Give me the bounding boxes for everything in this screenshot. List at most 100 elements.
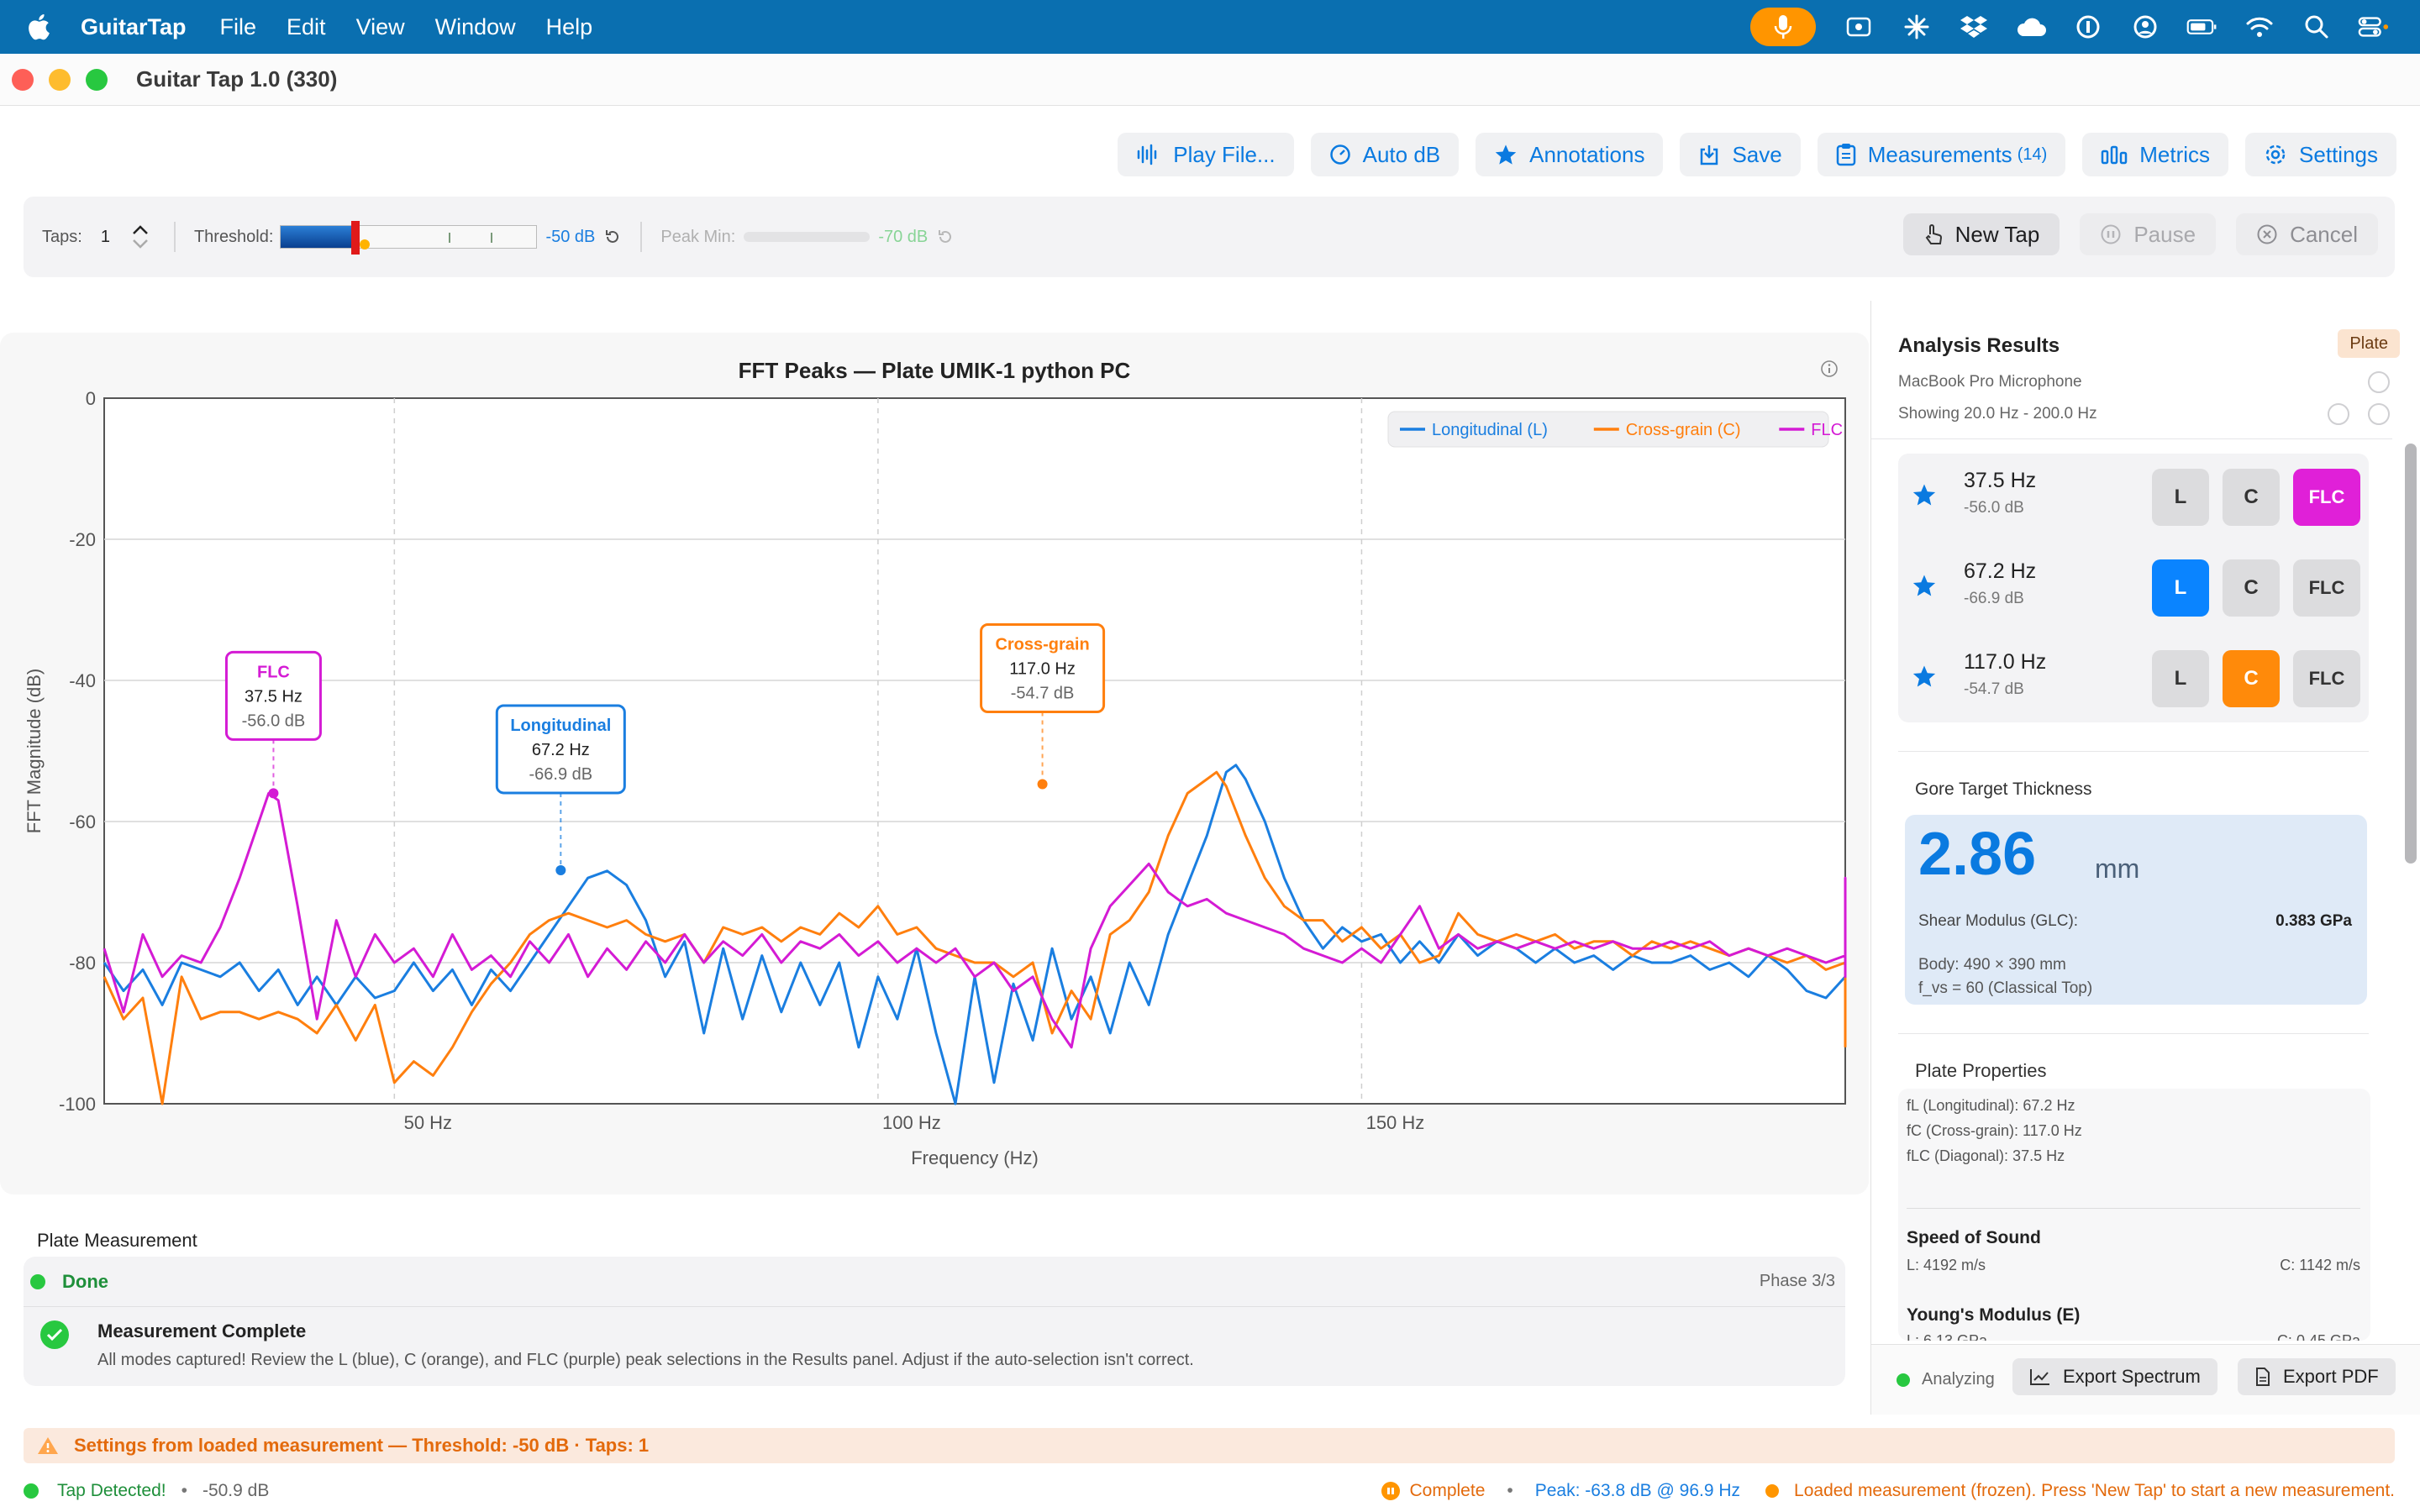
loaded-measurement-text: Loaded measurement (frozen). Press 'New … — [1794, 1481, 2395, 1500]
results-scrollbar[interactable] — [2405, 444, 2417, 864]
assign-c-button[interactable]: C — [2223, 469, 2280, 526]
peak-frequency: 37.5 Hz — [1964, 469, 2037, 492]
measurement-card: Done Phase 3/3 Measurement Complete All … — [24, 1257, 1845, 1386]
annotation-peak-marker[interactable] — [1037, 779, 1048, 790]
refresh-icon[interactable] — [2368, 371, 2390, 393]
new-tap-button[interactable]: New Tap — [1902, 213, 2060, 255]
burst-icon[interactable] — [1901, 11, 1933, 43]
settings-warning-text: Settings from loaded measurement — Thres… — [74, 1435, 650, 1456]
metrics-button[interactable]: Metrics — [2082, 133, 2229, 176]
user-icon[interactable] — [2129, 11, 2161, 43]
radar-icon[interactable] — [1844, 11, 1876, 43]
youngs-modulus-c: C: 0.45 GPa — [2276, 1332, 2360, 1341]
menu-file[interactable]: File — [220, 14, 257, 40]
peak-row[interactable]: 67.2 Hz -66.9 dB L C FLC — [1898, 544, 2369, 635]
save-button[interactable]: Save — [1680, 133, 1801, 176]
menu-help[interactable]: Help — [546, 14, 593, 40]
auto-db-button[interactable]: Auto dB — [1310, 133, 1460, 176]
annotation-peak-marker[interactable] — [555, 864, 566, 875]
battery-icon[interactable] — [2186, 11, 2218, 43]
legend-label: FLC — [1811, 421, 1843, 439]
peak-min-slider[interactable] — [744, 232, 871, 242]
export-spectrum-button[interactable]: Export Spectrum — [2012, 1358, 2217, 1395]
annotation-peak-marker[interactable] — [268, 788, 279, 799]
menu-view[interactable]: View — [356, 14, 405, 40]
clear-icon[interactable] — [2368, 403, 2390, 425]
measurements-label: Measurements — [1867, 141, 2012, 167]
control-center-icon[interactable] — [2358, 11, 2390, 43]
peak-magnitude: -66.9 dB — [1964, 590, 2024, 607]
assign-flc-button[interactable]: FLC — [2293, 559, 2360, 617]
assign-l-button[interactable]: L — [2152, 469, 2209, 526]
export-pdf-button[interactable]: Export PDF — [2238, 1358, 2396, 1395]
wifi-icon[interactable] — [2244, 11, 2275, 43]
threshold-meter[interactable] — [280, 221, 538, 255]
star-icon[interactable] — [1912, 664, 1937, 689]
assign-flc-button[interactable]: FLC — [2293, 650, 2360, 707]
peak-row[interactable]: 117.0 Hz -54.7 dB L C FLC — [1898, 635, 2369, 726]
chevron-up-icon[interactable] — [130, 223, 150, 237]
peak-magnitude: -56.0 dB — [1964, 499, 2024, 517]
frequency-range: Showing 20.0 Hz - 200.0 Hz — [1898, 405, 2097, 423]
tap-hand-icon — [1925, 224, 1942, 244]
assign-l-button[interactable]: L — [2152, 650, 2209, 707]
annotations-button[interactable]: Annotations — [1476, 133, 1664, 176]
plate-properties-title: Plate Properties — [1915, 1060, 2047, 1081]
window-title-bar: Guitar Tap 1.0 (330) — [0, 54, 2420, 106]
star-icon — [1495, 144, 1517, 165]
close-window-button[interactable] — [12, 68, 34, 91]
assign-l-button[interactable]: L — [2152, 559, 2209, 617]
peak-min-label: Peak Min: — [660, 227, 736, 246]
assign-c-button[interactable]: C — [2223, 559, 2280, 617]
pause-button[interactable]: Pause — [2080, 213, 2217, 255]
confirm-icon[interactable] — [2328, 403, 2349, 425]
star-icon[interactable] — [1912, 482, 1937, 507]
metrics-label: Metrics — [2139, 141, 2211, 167]
minimize-window-button[interactable] — [49, 68, 71, 91]
fft-chart[interactable]: 0 -20 -40 -60 -80 -100 50 Hz 100 Hz 150 Hz Freque… — [0, 333, 1869, 1194]
gore-thickness-unit: mm — [2095, 853, 2140, 884]
divider — [1898, 1033, 2369, 1034]
input-level: -50.9 dB — [202, 1481, 270, 1500]
cloud-icon[interactable] — [2015, 11, 2047, 43]
divider — [640, 222, 643, 252]
menu-app-name[interactable]: GuitarTap — [81, 14, 187, 40]
speed-of-sound-title: Speed of Sound — [1907, 1228, 2041, 1247]
speed-of-sound-c: C: 1142 m/s — [2280, 1257, 2360, 1273]
threshold-level-dot — [360, 239, 371, 249]
chevron-down-icon[interactable] — [130, 237, 150, 250]
apple-menu-icon[interactable] — [25, 12, 55, 42]
reset-icon[interactable] — [936, 228, 955, 246]
status-dot — [24, 1483, 39, 1499]
save-icon — [1701, 145, 1718, 165]
separator: • — [181, 1481, 187, 1500]
meter-tick — [449, 233, 451, 243]
password-icon[interactable] — [2072, 11, 2104, 43]
save-label: Save — [1732, 141, 1782, 167]
microphone-icon[interactable] — [1750, 8, 1816, 46]
clipboard-icon — [1836, 144, 1855, 166]
y-tick-label: -60 — [69, 811, 96, 832]
search-icon[interactable] — [2301, 11, 2333, 43]
taps-stepper[interactable] — [125, 216, 155, 258]
status-bar: Tap Detected! • -50.9 dB Complete • Peak… — [0, 1470, 2420, 1512]
annotation-magnitude: -56.0 dB — [242, 711, 306, 730]
menu-edit[interactable]: Edit — [287, 14, 326, 40]
menu-window[interactable]: Window — [435, 14, 516, 40]
assign-c-button[interactable]: C — [2223, 650, 2280, 707]
dropbox-icon[interactable] — [1958, 11, 1990, 43]
analyzing-status: Analyzing — [1922, 1370, 1995, 1389]
shear-modulus-label: Shear Modulus (GLC): — [1918, 912, 2079, 930]
star-icon[interactable] — [1912, 573, 1937, 598]
measurements-button[interactable]: Measurements (14) — [1817, 133, 2066, 176]
play-file-button[interactable]: Play File... — [1118, 133, 1294, 176]
zoom-window-button[interactable] — [86, 68, 108, 91]
new-tap-label: New Tap — [1954, 221, 2040, 247]
settings-button[interactable]: Settings — [2245, 133, 2396, 176]
plot-area[interactable] — [103, 397, 1846, 1105]
reset-icon[interactable] — [603, 228, 622, 246]
threshold-handle[interactable] — [351, 221, 360, 255]
peak-row[interactable]: 37.5 Hz -56.0 dB L C FLC — [1898, 454, 2369, 544]
assign-flc-button[interactable]: FLC — [2293, 469, 2360, 526]
cancel-button[interactable]: Cancel — [2236, 213, 2378, 255]
